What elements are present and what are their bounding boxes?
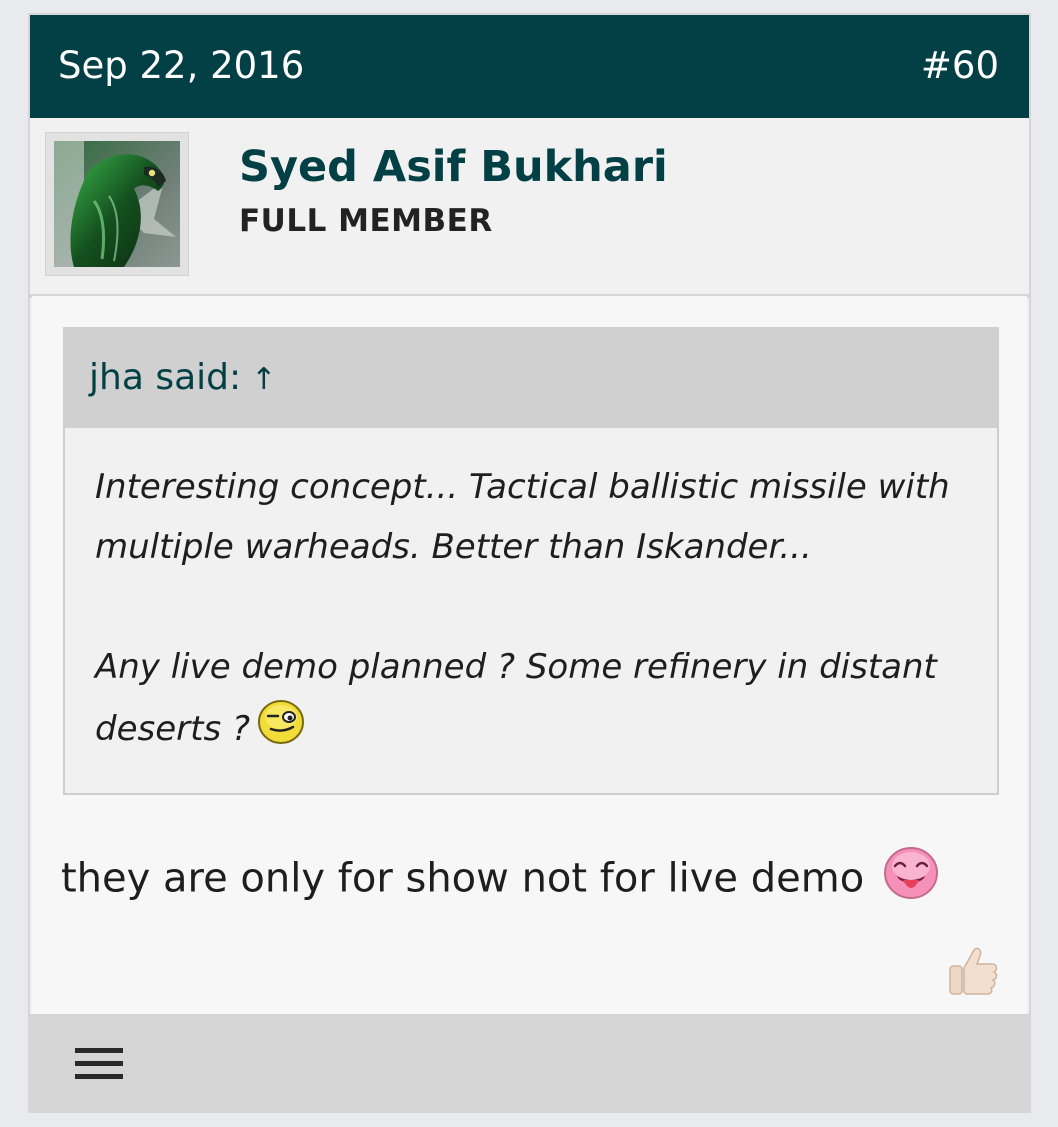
quote-paragraph-2: Any live demo planned ? Some refinery in…: [95, 637, 975, 764]
user-title: FULL MEMBER: [239, 203, 493, 239]
reply-message: they are only for show not for live demo: [61, 846, 939, 915]
quote-paragraph-2-text: Any live demo planned ? Some refinery in…: [95, 647, 937, 749]
forum-post: Sep 22, 2016 #60 Syed Asif Bukhari FULL …: [28, 13, 1031, 1113]
quote-content: Interesting concept... Tactical ballisti…: [95, 457, 975, 764]
user-info-bar: Syed Asif Bukhari FULL MEMBER: [30, 118, 1029, 298]
quote-block: jha said: ↑ Interesting concept... Tactic…: [63, 327, 999, 795]
tongue-out-smiley-icon: [883, 846, 939, 915]
quote-attribution-link[interactable]: jha said: ↑: [89, 355, 276, 403]
post-body: jha said: ↑ Interesting concept... Tactic…: [32, 296, 1027, 1014]
falcon-avatar-image: [54, 141, 180, 267]
post-footer-bar: [30, 1014, 1029, 1111]
quote-header: jha said: ↑: [65, 329, 997, 428]
username[interactable]: Syed Asif Bukhari: [239, 140, 668, 194]
falcon-flag-avatar-icon: [54, 141, 180, 267]
wink-smiley-icon: [256, 697, 306, 764]
reply-text: they are only for show not for live demo: [61, 855, 865, 902]
jump-to-quote-icon[interactable]: ↑: [251, 362, 276, 397]
quote-paragraph-1: Interesting concept... Tactical ballisti…: [95, 467, 950, 567]
post-date[interactable]: Sep 22, 2016: [58, 43, 304, 89]
post-permalink-number[interactable]: #60: [921, 43, 999, 89]
hamburger-menu-icon[interactable]: [75, 1048, 125, 1082]
quote-author-label[interactable]: jha said:: [89, 357, 241, 398]
thumbs-up-icon[interactable]: [946, 944, 1000, 998]
avatar[interactable]: [45, 132, 189, 276]
post-header: Sep 22, 2016 #60: [30, 15, 1029, 118]
